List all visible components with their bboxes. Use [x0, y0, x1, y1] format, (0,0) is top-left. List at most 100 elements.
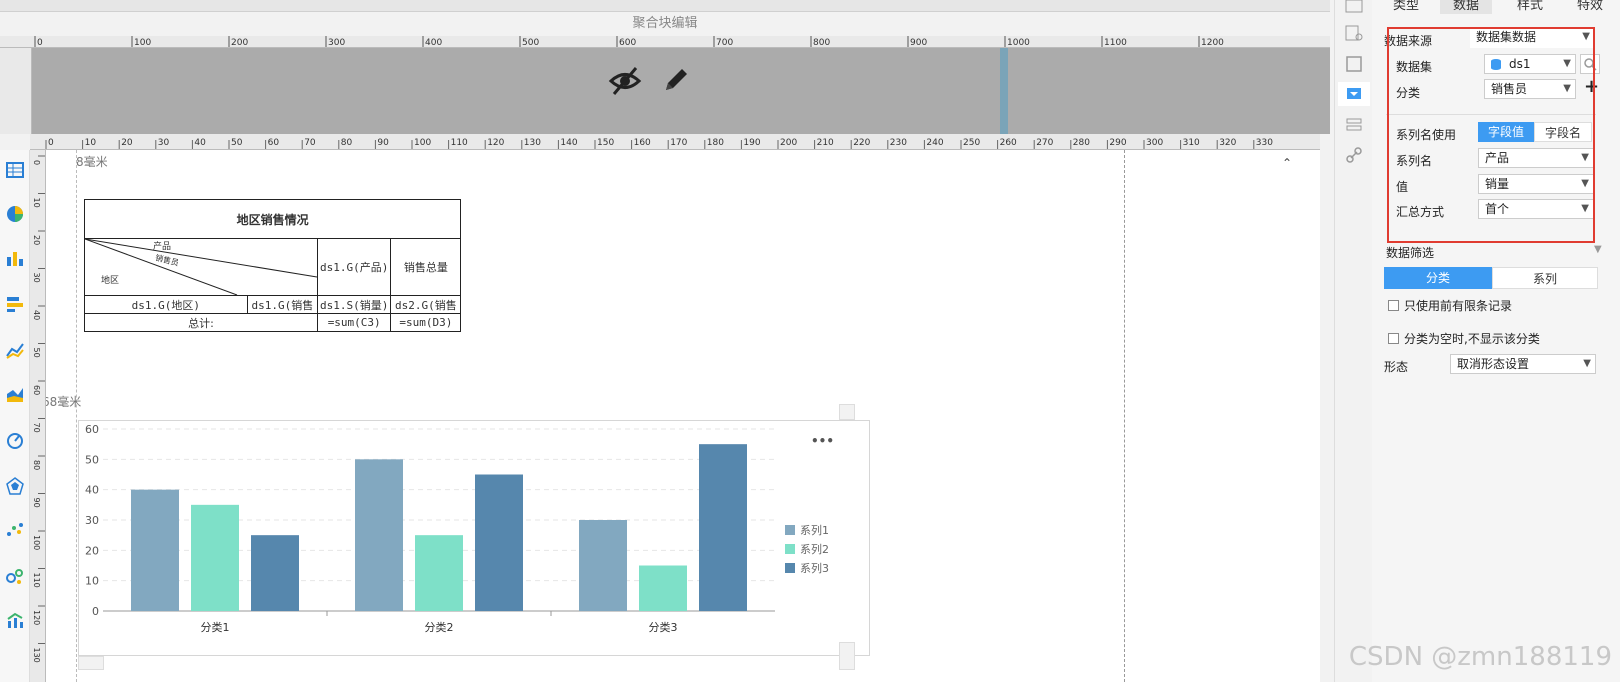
ruler-tick-label: 330: [1256, 138, 1273, 148]
legend-label[interactable]: 系列3: [800, 561, 829, 575]
data-filter-label[interactable]: 数据筛选: [1386, 244, 1434, 261]
bar-chart-icon[interactable]: [5, 294, 25, 314]
ruler-tick-label: 260: [1000, 138, 1017, 148]
chart-attribute-tab[interactable]: [1338, 82, 1370, 106]
bubble-chart-icon[interactable]: [5, 566, 25, 586]
document-tab-strip[interactable]: [0, 0, 1330, 12]
ruler-tick-label: 310: [1183, 138, 1200, 148]
bar-2-1[interactable]: [191, 504, 239, 611]
sum-c-cell[interactable]: =sum(C3): [316, 313, 392, 332]
y-tick-label: 40: [85, 484, 99, 497]
legend-label[interactable]: 系列2: [800, 542, 829, 556]
chart-resize-handle-bottom[interactable]: [839, 642, 855, 670]
form-select[interactable]: 取消形态设置 ▼: [1450, 354, 1596, 374]
widget-square-icon[interactable]: [1345, 55, 1363, 73]
ruler-tick-label: 50: [32, 348, 41, 358]
ruler-tick-label: 140: [560, 138, 577, 148]
area-chart-icon[interactable]: [5, 384, 25, 404]
collapse-up-icon[interactable]: ⌃: [1282, 156, 1292, 170]
diagonal-header-cell[interactable]: 产品 销售员 地区: [84, 238, 318, 296]
column-chart[interactable]: 0 10 20 30 40 50 60 分类1 分类2 分类3 系列1 系列2 系列3 •••: [78, 420, 870, 656]
collapse-filter-icon[interactable]: ▼: [1594, 244, 1602, 255]
ruler-tick-label: 100: [134, 38, 151, 48]
ruler-tick-label: 40: [32, 310, 41, 320]
chart-resize-handle-top[interactable]: [839, 404, 855, 420]
pie-chart-icon[interactable]: [5, 204, 25, 224]
cell-element-icon[interactable]: [1345, 0, 1363, 18]
form-value: 取消形态设置: [1457, 357, 1530, 371]
limit-records-checkbox[interactable]: [1388, 300, 1399, 311]
aggregate-block-area[interactable]: 0 100 200 300 400 500 600 700 800 900 1000 1100 1200: [0, 36, 1330, 134]
ruler-tick-label: 150: [597, 138, 614, 148]
salesman-group-cell[interactable]: ds1.G(销售: [246, 295, 319, 314]
tab-style[interactable]: 样式: [1504, 0, 1556, 14]
ruler-tick-label: 320: [1219, 138, 1236, 148]
chart-resize-handle-left[interactable]: [78, 656, 104, 670]
ruler-tick-label: 20: [121, 138, 133, 148]
sales-sum-cell[interactable]: ds1.S(销量): [316, 295, 392, 314]
ruler-tick-label: 160: [634, 138, 651, 148]
pixel-ruler-top: 0 100 200 300 400 500 600 700 800 900 1000 1100 1200: [0, 36, 1330, 48]
tab-type[interactable]: 类型: [1386, 0, 1426, 14]
product-group-cell[interactable]: ds1.G(产品): [316, 238, 392, 296]
radar-chart-icon[interactable]: [5, 476, 25, 496]
gauge-chart-icon[interactable]: [5, 430, 25, 450]
ruler-tick-label: 80: [32, 460, 41, 470]
block-edit-title: 聚合块编辑: [0, 12, 1330, 36]
total-group-cell[interactable]: ds2.G(销售: [390, 295, 462, 314]
tab-effects[interactable]: 特效: [1564, 0, 1616, 14]
scatter-chart-icon[interactable]: [5, 520, 25, 540]
mm-ruler-left: 0 10 20 30 40 50 60 70 80 90 100 110 120 130: [30, 150, 46, 682]
ruler-tick-label: 60: [32, 385, 41, 395]
bar-3-3[interactable]: [699, 444, 747, 611]
bar-3-2[interactable]: [475, 474, 523, 612]
diag-product-label: 产品: [153, 242, 172, 252]
ruler-tick-label: 30: [158, 138, 170, 148]
tab-data[interactable]: 数据: [1440, 0, 1492, 14]
ruler-tick-label: 0: [48, 138, 54, 148]
ruler-tick-label: 280: [1073, 138, 1090, 148]
block-edge-handle[interactable]: [1000, 48, 1008, 134]
page-margin-right: [1124, 150, 1125, 682]
hide-eye-icon[interactable]: [608, 66, 642, 96]
bar-3-1[interactable]: [251, 535, 299, 611]
hide-empty-label: 分类为空时,不显示该分类: [1404, 332, 1540, 346]
line-chart-icon[interactable]: [5, 340, 25, 360]
ruler-tick-label: 1100: [1104, 38, 1127, 48]
total-sales-header[interactable]: 销售总量: [390, 238, 462, 296]
mm-ruler-top: 0 10 20 30 40 50 60 70 80 90 100 110 120 130 140 150 160…: [30, 134, 1320, 150]
report-title-cell[interactable]: 地区销售情况: [83, 199, 462, 239]
filter-tab-series[interactable]: 系列: [1492, 267, 1598, 289]
bar-1-1[interactable]: [131, 489, 179, 611]
sum-d-cell[interactable]: =sum(D3): [390, 313, 462, 332]
y-tick-label: 30: [85, 514, 99, 527]
column-chart-icon[interactable]: [5, 248, 25, 268]
ruler-tick-label: 50: [231, 138, 243, 148]
filter-tab-category[interactable]: 分类: [1384, 267, 1492, 289]
hyperlink-icon[interactable]: [1345, 146, 1363, 164]
region-group-cell[interactable]: ds1.G(地区): [84, 295, 248, 314]
legend-label[interactable]: 系列1: [800, 523, 829, 537]
cell-attribute-icon[interactable]: [1345, 24, 1363, 42]
report-table[interactable]: 地区销售情况 产品 销售员 地区 ds1.G(产品) 销售总量 ds1.G(地区…: [83, 199, 462, 332]
table-chart-icon[interactable]: [5, 160, 25, 180]
total-label-cell[interactable]: 总计:: [84, 313, 318, 332]
chart-menu-icon[interactable]: •••: [811, 434, 834, 448]
condition-attribute-icon[interactable]: [1345, 116, 1363, 134]
combo-chart-icon[interactable]: [5, 610, 25, 630]
report-canvas[interactable]: 8毫米 68毫米 ⌃ 地区销售情况 产品 销售员 地区 ds1.G(产品) 销售…: [46, 150, 1320, 682]
ruler-tick-label: 500: [522, 38, 539, 48]
diag-region-label: 地区: [101, 276, 120, 286]
ruler-tick-label: 80: [341, 138, 353, 148]
ruler-tick-label: 60: [268, 138, 280, 148]
edit-pencil-icon[interactable]: [660, 64, 692, 96]
bar-2-3[interactable]: [639, 565, 687, 612]
bar-1-2[interactable]: [355, 459, 403, 611]
bar-1-3[interactable]: [579, 520, 627, 611]
ruler-tick-label: 40: [194, 138, 206, 148]
hide-empty-checkbox[interactable]: [1388, 333, 1399, 344]
x-tick-label: 分类1: [201, 620, 230, 634]
bar-2-2[interactable]: [415, 535, 463, 611]
ruler-tick-label: 170: [670, 138, 687, 148]
y-tick-label: 10: [85, 575, 99, 588]
